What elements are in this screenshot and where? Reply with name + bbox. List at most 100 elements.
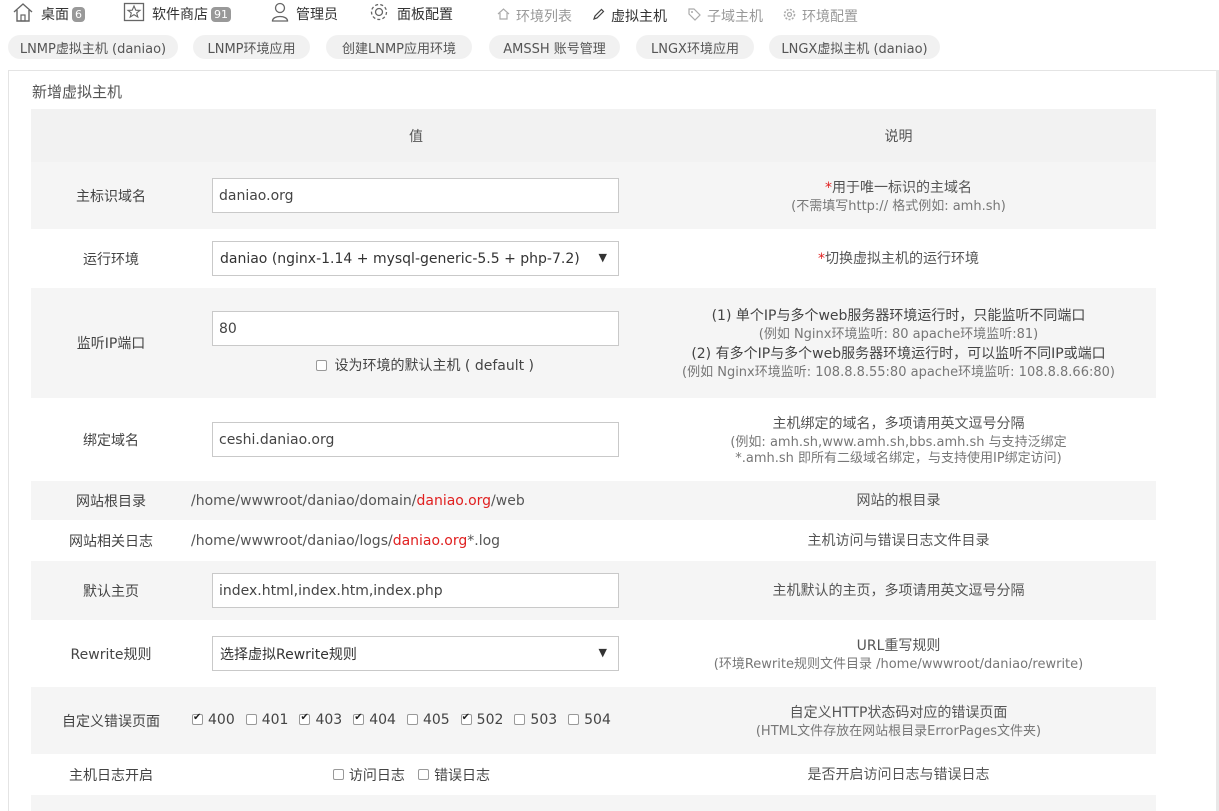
error-code-checkbox[interactable] bbox=[460, 712, 472, 726]
subtab-lngx-apps[interactable]: LNGX环境应用 bbox=[636, 35, 754, 59]
subtab-amssh[interactable]: AMSSH 账号管理 bbox=[489, 35, 620, 59]
domain-label: 主标识域名 bbox=[31, 162, 191, 229]
nav-env-config[interactable]: 环境配置 bbox=[783, 4, 858, 28]
error-code-checkbox[interactable] bbox=[245, 714, 257, 726]
row-logs: 主机日志开启 访问日志 错误日志 是否开启访问日志与错误日志 bbox=[31, 754, 1156, 795]
subtab-create-lnmp[interactable]: 创建LNMP应用环境 bbox=[326, 35, 472, 59]
subtab-lngx-vhost[interactable]: LNGX虚拟主机 (daniao) bbox=[769, 35, 940, 59]
dropdown-arrow-icon: ▼ bbox=[598, 646, 607, 659]
access-log-checkbox[interactable] bbox=[332, 769, 344, 780]
error-code-label: 502 bbox=[476, 711, 504, 728]
bind-label: 绑定域名 bbox=[31, 398, 191, 481]
header-desc: 说明 bbox=[641, 109, 1156, 162]
error-code-checkbox[interactable] bbox=[299, 712, 311, 726]
default-host-label: 设为环境的默认主机 ( default ) bbox=[334, 358, 534, 374]
error-code-option[interactable]: 400 bbox=[192, 712, 235, 728]
port-desc-2: (例如 Nginx环境监听: 80 apache环境监听:81) bbox=[758, 327, 1039, 342]
root-path: /home/wwwroot/daniao/domain/daniao.org/w… bbox=[191, 481, 641, 520]
row-bind: 绑定域名 ceshi.daniao.org 主机绑定的域名，多项请用英文逗号分隔… bbox=[31, 398, 1156, 481]
top-nav: 桌面 6 软件商店 91 管理员 面板配置 环境列表 虚拟主机 子域主机 环境配… bbox=[0, 0, 1219, 30]
nav-env-list-label: 环境列表 bbox=[516, 9, 572, 25]
error-code-checkbox[interactable] bbox=[568, 714, 580, 726]
error-code-checkbox[interactable] bbox=[192, 712, 203, 726]
rewrite-desc-2: (环境Rewrite规则文件目录 /home/wwwroot/daniao/re… bbox=[713, 656, 1084, 672]
row-rewrite: Rewrite规则 选择虚拟Rewrite规则 ▼ URL重写规则 (环境Rew… bbox=[31, 620, 1156, 687]
row-log: 网站相关日志 /home/wwwroot/daniao/logs/daniao.… bbox=[31, 520, 1156, 561]
error-code-label: 504 bbox=[584, 711, 611, 728]
bind-desc-2: (例如: amh.sh,www.amh.sh,bbs.amh.sh 与支持泛绑定 bbox=[730, 434, 1067, 450]
index-input[interactable]: index.html,index.htm,index.php bbox=[212, 573, 619, 608]
error-code-option[interactable]: 404 bbox=[353, 712, 396, 728]
error-code-checkbox[interactable] bbox=[353, 712, 365, 726]
nav-subdomain[interactable]: 子域主机 bbox=[688, 4, 763, 28]
error-code-option[interactable]: 503 bbox=[514, 712, 557, 728]
nav-store-label: 软件商店 bbox=[152, 7, 208, 23]
domain-desc-note: (不需填写http:// 格式例如: amh.sh) bbox=[791, 198, 1006, 214]
header-blank bbox=[31, 109, 191, 162]
gear-icon bbox=[783, 8, 796, 25]
log-label: 网站相关日志 bbox=[31, 520, 191, 561]
port-label: 监听IP端口 bbox=[31, 288, 191, 398]
access-log-option[interactable]: 访问日志 bbox=[332, 765, 405, 785]
rewrite-select[interactable]: 选择虚拟Rewrite规则 ▼ bbox=[212, 636, 619, 671]
domain-desc: 用于唯一标识的主域名 bbox=[832, 179, 972, 196]
nav-env-config-label: 环境配置 bbox=[802, 9, 858, 25]
port-desc-3: (2) 有多个IP与多个web服务器环境运行时，可以监听不同IP或端口 bbox=[691, 346, 1106, 362]
port-desc-4: (例如 Nginx环境监听: 108.8.8.55:80 apache环境监听:… bbox=[682, 365, 1115, 380]
error-code-option[interactable]: 401 bbox=[245, 711, 289, 728]
home-icon bbox=[12, 2, 34, 26]
panel-title: 新增虚拟主机 bbox=[32, 83, 123, 101]
row-next bbox=[31, 795, 1156, 811]
error-code-option[interactable]: 403 bbox=[299, 712, 342, 728]
nav-subdomain-label: 子域主机 bbox=[707, 9, 763, 25]
row-domain: 主标识域名 daniao.org *用于唯一标识的主域名 (不需填写http:/… bbox=[31, 162, 1156, 229]
error-code-label: 400 bbox=[208, 711, 235, 728]
required-mark: * bbox=[825, 179, 832, 196]
error-code-option[interactable]: 405 bbox=[406, 711, 450, 728]
row-port: 监听IP端口 80 设为环境的默认主机 ( default ) (1) 单个IP… bbox=[31, 288, 1156, 398]
log-path: /home/wwwroot/daniao/logs/daniao.org*.lo… bbox=[191, 520, 641, 561]
error-log-checkbox[interactable] bbox=[418, 769, 430, 780]
domain-input[interactable]: daniao.org bbox=[212, 178, 619, 213]
error-code-checkbox[interactable] bbox=[406, 714, 418, 726]
home-icon bbox=[497, 8, 510, 24]
error-code-label: 401 bbox=[261, 711, 289, 728]
log-path-domain: daniao.org bbox=[392, 532, 468, 549]
errpages-desc: 自定义HTTP状态码对应的错误页面 bbox=[789, 704, 1008, 721]
env-label: 运行环境 bbox=[31, 229, 191, 288]
error-code-checkbox[interactable] bbox=[514, 714, 526, 726]
nav-store-badge: 91 bbox=[211, 6, 231, 22]
error-code-label: 405 bbox=[422, 711, 450, 728]
errpages-label: 自定义错误页面 bbox=[31, 687, 191, 754]
env-select[interactable]: daniao (nginx-1.14 + mysql-generic-5.5 +… bbox=[212, 241, 619, 276]
bind-input[interactable]: ceshi.daniao.org bbox=[212, 422, 619, 457]
bind-desc-3: *.amh.sh 即所有二级域名绑定，与支持使用IP绑定访问) bbox=[735, 450, 1062, 466]
nav-admin-label: 管理员 bbox=[296, 7, 338, 23]
errpages-options: 400 401 403 404 405 502 503 504 bbox=[191, 687, 641, 754]
default-host-checkbox[interactable] bbox=[316, 360, 327, 371]
root-desc: 网站的根目录 bbox=[641, 481, 1156, 520]
default-host-option: 设为环境的默认主机 ( default ) bbox=[212, 355, 641, 375]
nav-vhost-label: 虚拟主机 bbox=[611, 9, 667, 25]
port-input[interactable]: 80 bbox=[212, 311, 619, 346]
nav-desktop-label: 桌面 bbox=[41, 7, 69, 23]
error-code-option[interactable]: 502 bbox=[460, 711, 504, 728]
env-select-value: daniao (nginx-1.14 + mysql-generic-5.5 +… bbox=[220, 250, 580, 267]
nav-desktop[interactable]: 桌面 6 bbox=[12, 2, 85, 26]
error-code-label: 404 bbox=[369, 711, 396, 728]
nav-panel-config[interactable]: 面板配置 bbox=[368, 2, 453, 26]
subtab-lnmp-vhost[interactable]: LNMP虚拟主机 (daniao) bbox=[8, 35, 178, 59]
subtab-lnmp-apps[interactable]: LNMP环境应用 bbox=[193, 35, 310, 59]
error-code-label: 403 bbox=[315, 711, 343, 728]
nav-desktop-badge: 6 bbox=[72, 6, 85, 22]
required-mark: * bbox=[818, 250, 825, 267]
error-log-option[interactable]: 错误日志 bbox=[418, 765, 490, 785]
nav-env-list[interactable]: 环境列表 bbox=[497, 4, 572, 28]
env-desc: 切换虚拟主机的运行环境 bbox=[825, 250, 979, 267]
dropdown-arrow-icon: ▼ bbox=[598, 251, 607, 264]
error-code-option[interactable]: 504 bbox=[568, 712, 611, 728]
nav-admin[interactable]: 管理员 bbox=[271, 2, 338, 26]
nav-vhost[interactable]: 虚拟主机 bbox=[592, 4, 667, 28]
nav-store[interactable]: 软件商店 91 bbox=[123, 2, 231, 26]
log-desc: 主机访问与错误日志文件目录 bbox=[641, 520, 1156, 561]
